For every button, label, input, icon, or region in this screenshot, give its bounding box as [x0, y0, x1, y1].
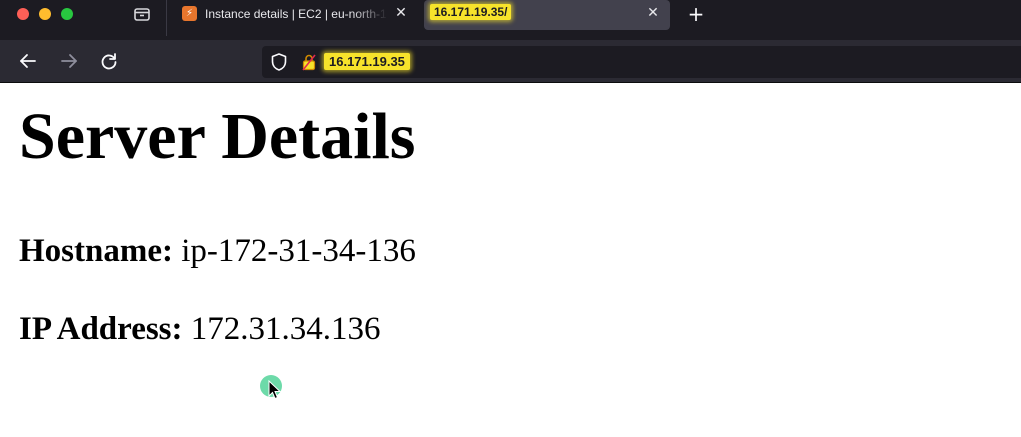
ip-address-value: 172.31.34.136: [190, 311, 381, 347]
window-minimize-button[interactable]: [39, 8, 51, 20]
page-content: Server Details Hostname: ip-172-31-34-13…: [0, 83, 1021, 437]
hostname-value: ip-172-31-34-136: [181, 233, 416, 269]
hostname-line: Hostname: ip-172-31-34-136: [19, 233, 416, 270]
window-maximize-button[interactable]: [61, 8, 73, 20]
tab-title: 16.171.19.35/: [430, 4, 512, 20]
ip-address-label: IP Address:: [19, 311, 183, 347]
shield-icon[interactable]: [270, 52, 288, 72]
back-icon[interactable]: [17, 50, 39, 72]
close-icon[interactable]: ✕: [394, 6, 408, 20]
tab-strip: ⚡ Instance details | EC2 | eu-north-1 ✕ …: [0, 0, 1021, 40]
new-tab-button[interactable]: +: [686, 4, 706, 24]
window-close-button[interactable]: [17, 8, 29, 20]
page-title: Server Details: [19, 100, 416, 173]
forward-icon[interactable]: [58, 50, 80, 72]
insecure-lock-icon[interactable]: [302, 53, 316, 71]
navigation-toolbar: 16.171.19.35: [0, 40, 1021, 83]
url-text[interactable]: 16.171.19.35: [324, 53, 410, 70]
url-bar[interactable]: 16.171.19.35: [262, 46, 1021, 78]
reload-icon[interactable]: [98, 50, 120, 72]
browser-window: ⚡ Instance details | EC2 | eu-north-1 ✕ …: [0, 0, 1021, 437]
tab-instance-details[interactable]: ⚡ Instance details | EC2 | eu-north-1 ✕: [172, 0, 418, 30]
tab-separator: [166, 0, 167, 36]
close-icon[interactable]: ✕: [646, 6, 660, 20]
aws-icon: ⚡: [182, 6, 197, 21]
tab-server-page[interactable]: 16.171.19.35/ ✕: [424, 0, 670, 30]
list-all-tabs-icon[interactable]: [133, 5, 151, 23]
ip-address-line: IP Address: 172.31.34.136: [19, 311, 381, 348]
mouse-cursor-icon: [268, 379, 282, 400]
hostname-label: Hostname:: [19, 233, 173, 269]
tab-title: Instance details | EC2 | eu-north-1: [205, 7, 387, 21]
